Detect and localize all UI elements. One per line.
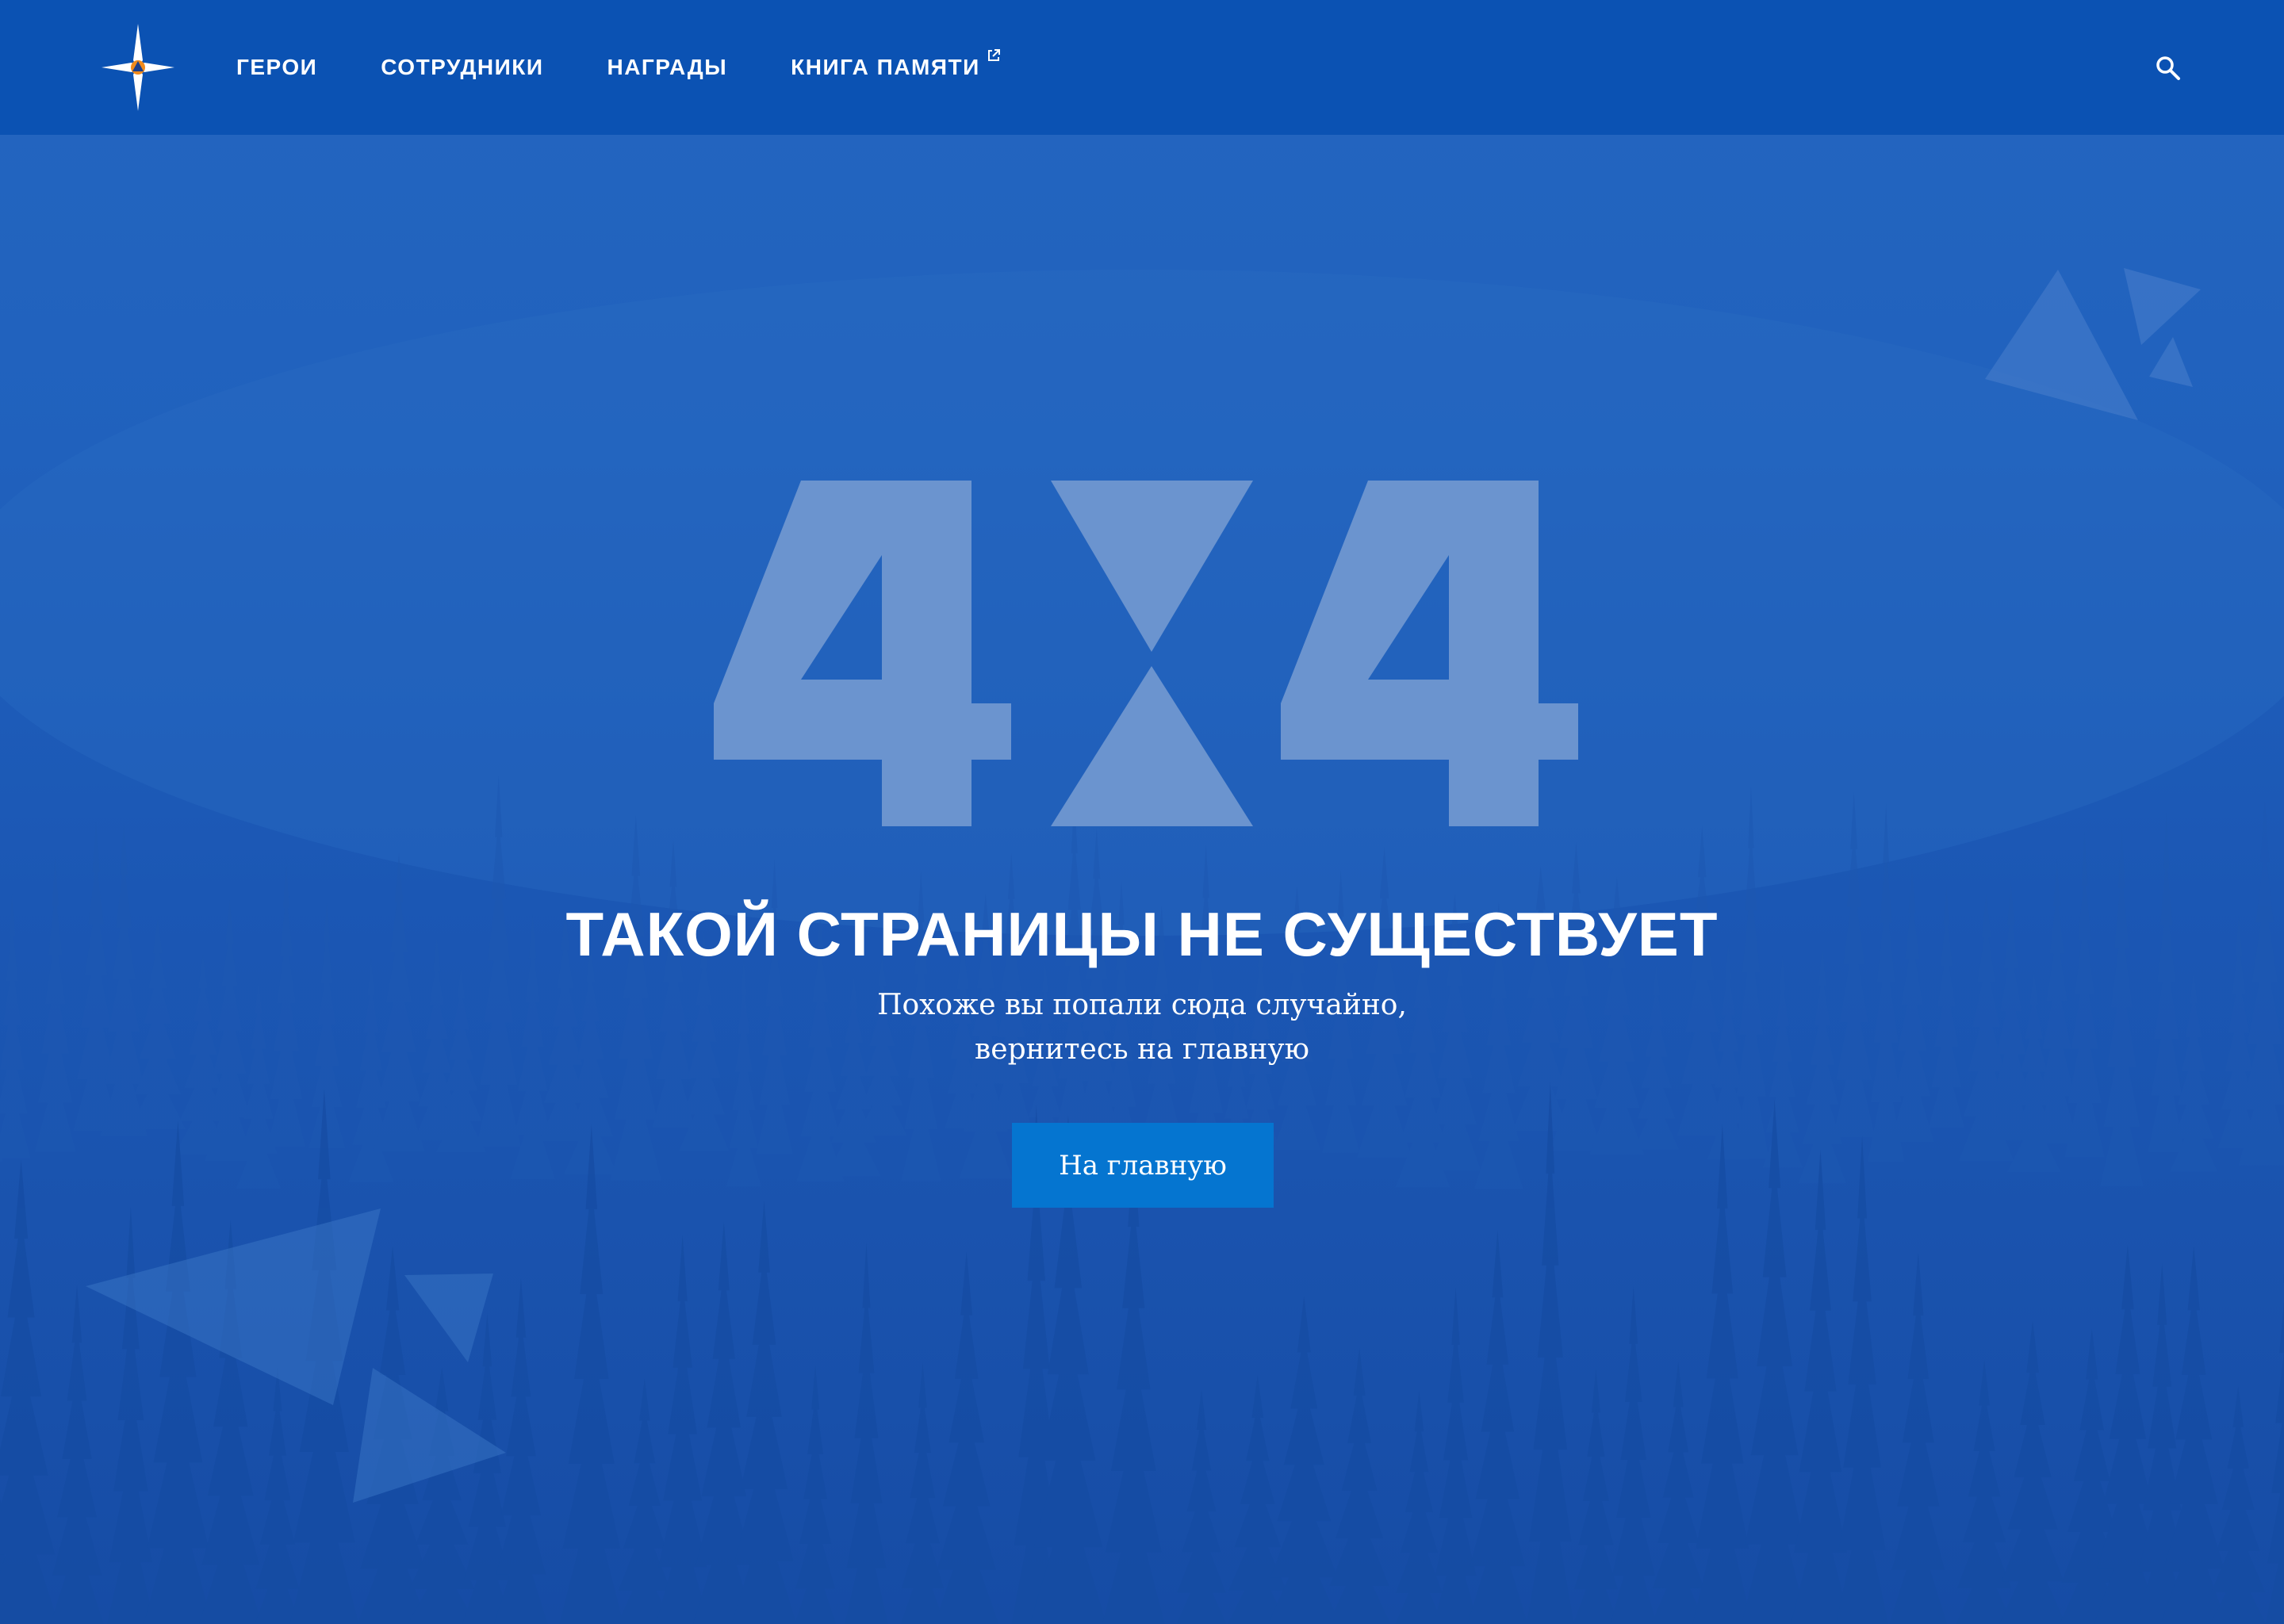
- main-nav: ГЕРОИ СОТРУДНИКИ НАГРАДЫ КНИГА ПАМЯТИ: [236, 0, 1064, 135]
- nav-item-awards[interactable]: НАГРАДЫ: [607, 55, 727, 80]
- zero-hourglass-icon: [1051, 481, 1253, 826]
- nav-item-label: НАГРАДЫ: [607, 55, 728, 79]
- site-header: ГЕРОИ СОТРУДНИКИ НАГРАДЫ КНИГА ПАМЯТИ: [0, 0, 2284, 135]
- digit-four-right: [1281, 481, 1578, 826]
- nav-item-employees[interactable]: СОТРУДНИКИ: [381, 55, 543, 80]
- nav-item-heroes[interactable]: ГЕРОИ: [236, 55, 317, 80]
- search-icon[interactable]: [2154, 54, 2182, 82]
- error-subtitle: Похоже вы попали сюда случайно, вернитес…: [0, 983, 2284, 1072]
- digit-four-left: [714, 481, 1011, 826]
- external-link-icon: [987, 49, 1000, 61]
- subtitle-line-1: Похоже вы попали сюда случайно,: [877, 989, 1407, 1021]
- nav-item-memory-book[interactable]: КНИГА ПАМЯТИ: [791, 49, 1001, 80]
- emergency-star-logo-icon[interactable]: [102, 24, 174, 111]
- subtitle-line-2: вернитесь на главную: [975, 1033, 1309, 1066]
- error-code-404-graphic: 404: [714, 481, 1578, 826]
- nav-item-label: ГЕРОИ: [236, 55, 318, 79]
- nav-item-label: КНИГА ПАМЯТИ: [791, 55, 980, 79]
- nav-item-label: СОТРУДНИКИ: [381, 55, 544, 79]
- go-home-button[interactable]: На главную: [1012, 1123, 1274, 1208]
- decorative-triangles-bottom-left: [86, 1208, 506, 1503]
- error-title: ТАКОЙ СТРАНИЦЫ НЕ СУЩЕСТВУЕТ: [565, 899, 1719, 969]
